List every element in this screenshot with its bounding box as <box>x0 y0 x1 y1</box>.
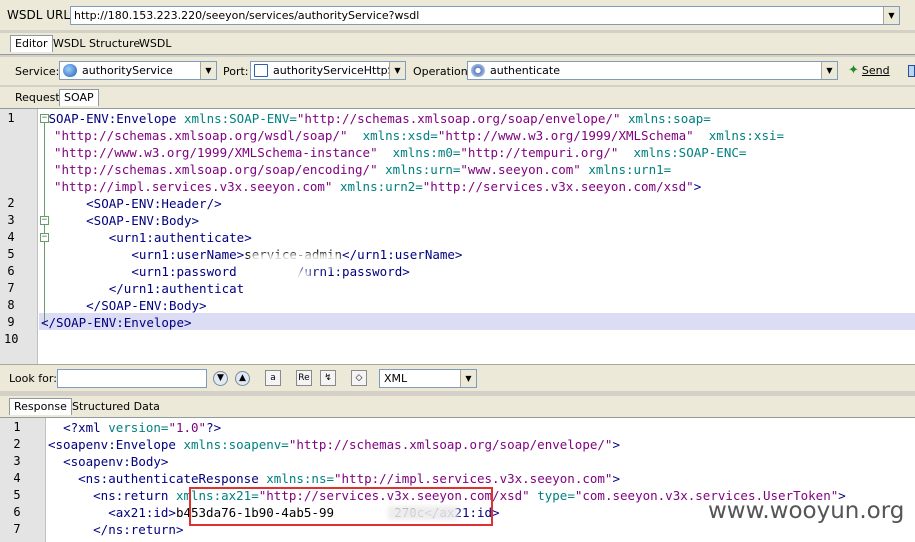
code-line: <urn1:password /urn1:password> <box>131 264 410 279</box>
code-line: <urn1:authenticate> <box>108 230 252 245</box>
code-line: </ns:return> <box>93 522 184 537</box>
annotation-highlight-box <box>189 487 493 526</box>
globe-icon <box>63 64 77 77</box>
fold-toggle-icon[interactable]: − <box>40 216 49 225</box>
find-next-icon[interactable]: ▼ <box>213 371 228 386</box>
top-tab-bar: Editor WSDL Structure WSDL <box>0 33 915 55</box>
code-line: <ns:authenticateResponse xmlns:ns="http:… <box>78 471 620 486</box>
line-number: 1 <box>13 420 21 434</box>
service-value: authorityService <box>82 64 173 77</box>
line-number: 9 <box>7 315 15 329</box>
service-toolbar: Service: authorityService ▼ Port: author… <box>0 57 915 85</box>
format-dropdown-button[interactable]: ▼ <box>460 370 476 387</box>
operation-value: authenticate <box>490 64 560 77</box>
line-number: 4 <box>13 471 21 485</box>
port-value: authorityServiceHttpSoa <box>273 64 406 77</box>
line-number: 5 <box>7 247 15 261</box>
code-line: <SOAP-ENV:Header/> <box>86 196 222 211</box>
tab-editor[interactable]: Editor <box>10 35 53 52</box>
service-dropdown-button[interactable]: ▼ <box>200 62 216 79</box>
line-number: 4 <box>7 230 15 244</box>
fold-toggle-icon[interactable]: − <box>40 114 49 123</box>
code-line: <SOAP-ENV:Envelope xmlns:SOAP-ENV="http:… <box>41 111 711 126</box>
line-number: 1 <box>7 111 15 125</box>
line-number: 6 <box>7 264 15 278</box>
line-number: 10 <box>4 332 19 346</box>
replace-icon[interactable]: ↯ <box>320 370 336 386</box>
format-select[interactable]: XML ▼ <box>379 369 477 388</box>
redaction-blur <box>258 282 280 296</box>
operation-dropdown-button[interactable]: ▼ <box>821 62 837 79</box>
port-select[interactable]: authorityServiceHttpSoa ▼ <box>250 61 406 80</box>
gear-icon <box>471 64 485 77</box>
port-grid-icon <box>254 64 268 77</box>
response-tab-bar: Response Structured Data <box>0 396 915 418</box>
line-number: 6 <box>13 505 21 519</box>
tab-request[interactable]: Request <box>10 89 65 106</box>
wsdl-url-bar: WSDL URL: http://180.153.223.220/seeyon/… <box>0 0 915 30</box>
port-dropdown-button[interactable]: ▼ <box>389 62 405 79</box>
code-line: </SOAP-ENV:Body> <box>86 298 207 313</box>
code-line: "http://schemas.xmlsoap.org/soap/encodin… <box>54 162 672 177</box>
service-select[interactable]: authorityService ▼ <box>59 61 217 80</box>
line-number: 8 <box>7 298 15 312</box>
send-button[interactable]: ✦ Send <box>848 63 890 78</box>
wsdl-url-dropdown-button[interactable]: ▼ <box>883 7 899 24</box>
code-line: "http://www.w3.org/1999/XMLSchema-instan… <box>54 145 747 160</box>
request-tab-bar: Request SOAP <box>0 87 915 109</box>
request-editor[interactable]: 1 <SOAP-ENV:Envelope xmlns:SOAP-ENV="http… <box>0 109 915 364</box>
wsdl-url-label: WSDL URL: <box>7 8 75 22</box>
send-icon: ✦ <box>848 63 859 78</box>
look-for-label: Look for: <box>9 372 57 385</box>
tab-wsdl[interactable]: WSDL <box>134 35 176 52</box>
code-line: </SOAP-ENV:Envelope> <box>41 315 192 330</box>
xpath-icon[interactable]: ◇ <box>351 370 367 386</box>
fold-toggle-icon[interactable]: − <box>40 233 49 242</box>
operation-select[interactable]: authenticate ▼ <box>467 61 838 80</box>
watermark: www.wooyun.org <box>708 498 905 524</box>
look-for-input[interactable] <box>57 369 207 388</box>
line-number: 3 <box>7 213 15 227</box>
line-number: 7 <box>13 522 21 536</box>
regex-icon[interactable]: Re <box>296 370 312 386</box>
code-line: <soapenv:Body> <box>63 454 169 469</box>
code-line: <SOAP-ENV:Body> <box>86 213 200 228</box>
line-number: 7 <box>7 281 15 295</box>
service-label: Service: <box>15 65 60 78</box>
code-line: "http://impl.services.v3x.seeyon.com" xm… <box>54 179 702 194</box>
redaction-blur <box>250 254 340 268</box>
tab-structured-data[interactable]: Structured Data <box>67 398 165 415</box>
wsdl-url-input[interactable]: http://180.153.223.220/seeyon/services/a… <box>70 6 900 25</box>
code-line: <?xml version="1.0"?> <box>63 420 222 435</box>
line-number: 5 <box>13 488 21 502</box>
line-number: 2 <box>13 437 21 451</box>
port-label: Port: <box>223 65 249 78</box>
tab-wsdl-structure[interactable]: WSDL Structure <box>48 35 145 52</box>
tab-soap[interactable]: SOAP <box>59 89 99 106</box>
find-previous-icon[interactable]: ▲ <box>235 371 250 386</box>
operation-label: Operation: <box>413 65 472 78</box>
options-icon[interactable] <box>908 65 915 77</box>
code-line: <soapenv:Envelope xmlns:soapenv="http://… <box>48 437 620 452</box>
tab-response[interactable]: Response <box>9 398 72 415</box>
format-value: XML <box>384 372 408 385</box>
code-line: </urn1:authenticat <box>108 281 245 296</box>
code-line: "http://schemas.xmlsoap.org/wsdl/soap/" … <box>54 128 785 143</box>
line-number: 3 <box>13 454 21 468</box>
match-case-icon[interactable]: a <box>265 370 281 386</box>
line-number: 2 <box>7 196 15 210</box>
wsdl-url-value: http://180.153.223.220/seeyon/services/a… <box>74 9 420 22</box>
search-bar: Look for: ▼ ▲ a Re ↯ ◇ XML ▼ <box>0 364 915 391</box>
send-label: Send <box>861 64 890 77</box>
